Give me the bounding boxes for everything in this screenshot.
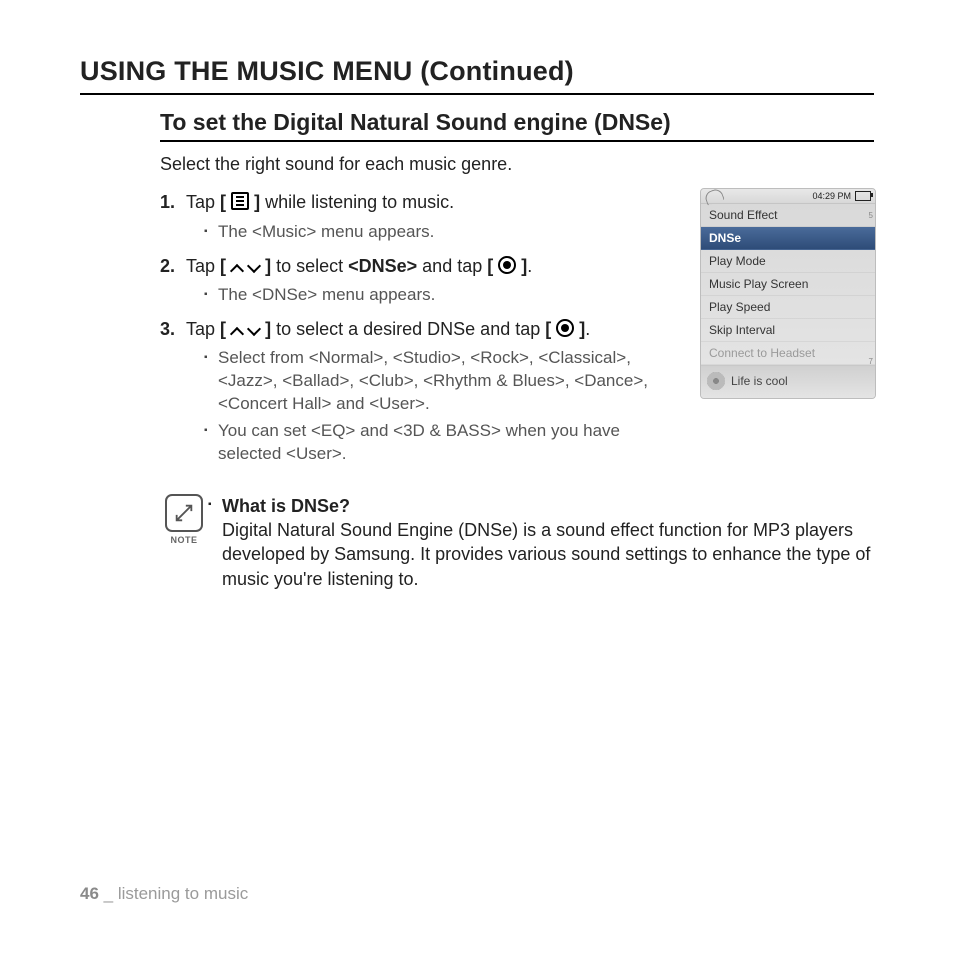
note-title: What is DNSe? [208,494,880,518]
step-list: 1. Tap [ ] while listening to music. The… [160,190,680,465]
footer-section: listening to music [118,884,248,903]
intro-text: Select the right sound for each music ge… [160,152,680,176]
disc-icon [707,372,725,390]
now-playing-title: Life is cool [731,374,788,388]
chevron-up-icon [231,326,243,334]
chevron-up-icon [231,263,243,271]
device-menu-item-disabled: Connect to Headset [701,342,875,365]
device-menu: Sound Effect DNSe Play Mode Music Play S… [701,204,875,365]
menu-icon [231,192,249,210]
step-number: 1. [160,190,186,214]
device-menu-item: Play Mode [701,250,875,273]
note-icon [165,494,203,532]
side-number: 5 [869,211,873,220]
step-text: Tap [ ] to select a desired DNSe and tap… [186,317,680,341]
step-3-bullets: Select from <Normal>, <Studio>, <Rock>, … [204,347,680,466]
note-label: NOTE [160,534,208,546]
page-footer: 46 _ listening to music [80,884,248,904]
select-icon [498,256,516,274]
device-mockup: 04:29 PM 5 7 Sound Effect DNSe Play Mode… [700,188,876,399]
step-2-bullets: The <DNSe> menu appears. [204,284,680,307]
bullet: The <Music> menu appears. [204,221,680,244]
device-status-bar: 04:29 PM [701,189,875,204]
battery-icon [855,191,871,201]
footer-sep: _ [99,884,118,903]
note-body: What is DNSe? Digital Natural Sound Engi… [208,494,880,591]
chevron-down-icon [248,263,260,271]
device-menu-item: Play Speed [701,296,875,319]
step-2: 2. Tap [ ] to select <DNSe> and tap [ ]. [160,254,680,278]
step-1-bullets: The <Music> menu appears. [204,221,680,244]
device-menu-item: Skip Interval [701,319,875,342]
bullet: Select from <Normal>, <Studio>, <Rock>, … [204,347,680,416]
device-menu-item: Music Play Screen [701,273,875,296]
note-text: Digital Natural Sound Engine (DNSe) is a… [222,518,880,591]
section-title: To set the Digital Natural Sound engine … [160,109,874,142]
device-menu-item: Sound Effect [701,204,875,227]
step-text: Tap [ ] while listening to music. [186,190,680,214]
content-column: Select the right sound for each music ge… [160,152,680,466]
step-number: 3. [160,317,186,341]
step-number: 2. [160,254,186,278]
back-arc-icon [703,188,724,206]
step-text: Tap [ ] to select <DNSe> and tap [ ]. [186,254,680,278]
page-title: USING THE MUSIC MENU (Continued) [80,56,874,95]
note-block: NOTE What is DNSe? Digital Natural Sound… [160,494,880,591]
note-icon-column: NOTE [160,494,208,591]
page-number: 46 [80,884,99,903]
bullet: The <DNSe> menu appears. [204,284,680,307]
chevron-down-icon [248,326,260,334]
device-clock: 04:29 PM [812,191,851,201]
device-menu-item-selected: DNSe [701,227,875,250]
select-icon [556,319,574,337]
step-3: 3. Tap [ ] to select a desired DNSe and … [160,317,680,341]
bullet: You can set <EQ> and <3D & BASS> when yo… [204,420,680,466]
manual-page: USING THE MUSIC MENU (Continued) To set … [0,0,954,954]
side-number: 7 [869,357,873,366]
step-1: 1. Tap [ ] while listening to music. [160,190,680,214]
device-now-playing: Life is cool [701,365,875,398]
